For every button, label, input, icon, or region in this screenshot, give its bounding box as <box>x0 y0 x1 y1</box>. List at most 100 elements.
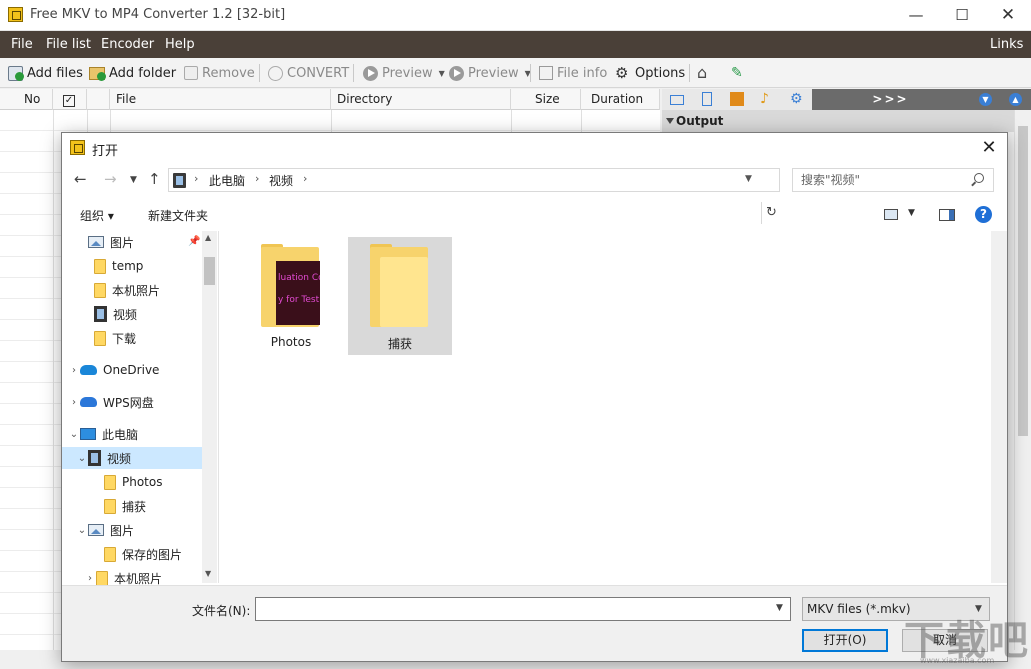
column-directory[interactable]: Directory <box>331 89 511 110</box>
dialog-titlebar: 打开 ✕ <box>62 133 1007 163</box>
folder-tile-photos[interactable]: luation Co y for Testi Photos <box>239 237 343 355</box>
right-panel-scrollbar[interactable] <box>1014 110 1031 650</box>
nav-item-temp[interactable]: temp <box>82 255 202 277</box>
chevron-up-icon[interactable]: ▲ <box>1009 93 1022 106</box>
nav-item-onedrive[interactable]: › OneDrive <box>68 359 202 381</box>
menu-help[interactable]: Help <box>165 37 195 52</box>
pin-icon: ✎ <box>731 65 743 81</box>
up-arrow-icon[interactable]: ↑ <box>148 170 161 188</box>
expand-panel-button[interactable]: >>> <box>812 89 969 110</box>
nav-item-pictures-pc[interactable]: ⌄ 图片 <box>76 519 202 541</box>
dialog-close-button[interactable]: ✕ <box>977 136 1001 160</box>
help-icon[interactable]: ? <box>975 206 992 223</box>
add-files-button[interactable]: Add files <box>8 65 83 81</box>
column-file[interactable]: File <box>110 89 331 110</box>
organize-button[interactable]: 组织 ▾ <box>80 207 114 224</box>
preview-output-button[interactable]: Preview ▼ <box>449 65 531 81</box>
search-input[interactable] <box>793 169 969 191</box>
chevron-down-icon[interactable]: ▼ <box>439 69 445 78</box>
scrollbar-thumb[interactable] <box>204 257 215 285</box>
close-button[interactable]: ✕ <box>985 0 1031 31</box>
checkbox-icon[interactable]: ✓ <box>63 95 75 107</box>
nav-item-videos[interactable]: ⌄ 视频 <box>62 447 202 469</box>
breadcrumb-videos[interactable]: 视频 <box>269 172 293 189</box>
add-folder-button[interactable]: Add folder <box>89 65 176 81</box>
chevron-down-icon[interactable]: ⌄ <box>76 525 88 536</box>
preview-button[interactable]: Preview ▼ <box>363 65 445 81</box>
column-no[interactable]: No <box>0 89 53 110</box>
address-bar[interactable]: › 此电脑 › 视频 › ▼ <box>168 168 780 192</box>
chevron-down-icon[interactable]: ▼ <box>745 174 752 184</box>
gear-icon[interactable]: ⚙ <box>790 92 804 106</box>
filename-combo[interactable]: ▼ <box>255 597 791 621</box>
chevron-down-icon[interactable]: ⌄ <box>76 453 88 464</box>
column-select-all[interactable]: ✓ <box>53 89 87 110</box>
back-arrow-icon[interactable]: ← <box>74 170 87 188</box>
play-icon <box>449 65 464 81</box>
view-icon[interactable] <box>884 209 898 220</box>
pin-icon[interactable]: 📌 <box>188 236 200 247</box>
recent-locations-icon[interactable]: ▼ <box>130 175 137 185</box>
nav-item-saved-pictures[interactable]: 保存的图片 <box>92 543 202 565</box>
column-size[interactable]: Size <box>511 89 581 110</box>
chevron-down-icon[interactable]: ▼ <box>776 603 783 613</box>
chevron-down-icon[interactable]: ▼ <box>979 93 992 106</box>
filename-input[interactable] <box>256 598 768 620</box>
home-button[interactable]: ⌂ <box>697 65 717 81</box>
nav-item-videos-quick[interactable]: 视频 <box>82 303 202 325</box>
convert-label: CONVERT <box>287 65 350 81</box>
chevron-right-icon[interactable]: › <box>68 365 80 376</box>
convert-button[interactable]: CONVERT <box>268 65 349 81</box>
menu-links[interactable]: Links <box>990 37 1023 52</box>
folder-tile-captures[interactable]: 捕获 <box>348 237 452 355</box>
scrollbar-thumb[interactable] <box>1018 126 1028 436</box>
breadcrumb-this-pc[interactable]: 此电脑 <box>209 172 245 189</box>
command-bar: 组织 ▾ 新建文件夹 ▼ ? <box>62 199 1007 229</box>
search-box[interactable] <box>792 168 994 192</box>
breadcrumb-separator[interactable]: › <box>194 172 198 185</box>
document-icon[interactable] <box>702 92 712 106</box>
column-duration[interactable]: Duration <box>581 89 660 110</box>
output-section-header[interactable]: Output <box>662 110 1014 132</box>
forward-arrow-icon[interactable]: → <box>104 170 117 188</box>
breadcrumb-separator[interactable]: › <box>255 172 259 185</box>
nav-item-photos[interactable]: Photos <box>92 471 202 493</box>
nav-item-pictures[interactable]: 图片 📌 <box>76 231 202 253</box>
chevron-right-icon[interactable]: › <box>68 397 80 408</box>
menu-file-list[interactable]: File list <box>46 37 91 52</box>
scroll-up-icon[interactable]: ▲ <box>205 233 211 242</box>
app-title: Free MKV to MP4 Converter 1.2 [32-bit] <box>30 7 286 22</box>
chevron-down-icon[interactable]: ▼ <box>908 208 915 218</box>
preview-pane-icon[interactable] <box>939 209 955 221</box>
wps-cloud-icon <box>80 397 97 407</box>
remove-button[interactable]: Remove <box>184 65 255 81</box>
music-note-icon[interactable]: ♪ <box>760 92 774 106</box>
scroll-down-icon[interactable]: ▼ <box>205 569 211 578</box>
chevron-down-icon[interactable]: ⌄ <box>68 429 80 440</box>
options-button[interactable]: ⚙ Options <box>615 65 685 81</box>
menu-encoder[interactable]: Encoder <box>101 37 154 52</box>
nav-item-captures[interactable]: 捕获 <box>92 495 202 517</box>
file-info-button[interactable]: File info <box>539 65 607 81</box>
nav-item-local-photos[interactable]: 本机照片 <box>82 279 202 301</box>
breadcrumb-separator[interactable]: › <box>303 172 307 185</box>
nav-item-wps-cloud[interactable]: › WPS网盘 <box>68 391 202 413</box>
folder-icon <box>94 258 106 274</box>
file-view[interactable]: luation Co y for Testi Photos 捕获 <box>218 231 1007 583</box>
open-button[interactable]: 打开(O) <box>802 629 888 652</box>
nav-item-downloads[interactable]: 下载 <box>82 327 202 349</box>
search-icon[interactable] <box>974 173 984 183</box>
film-icon[interactable] <box>730 92 744 106</box>
new-folder-button[interactable]: 新建文件夹 <box>148 207 208 224</box>
minimize-button[interactable]: — <box>893 0 939 31</box>
pin-button[interactable]: ✎ <box>731 65 751 81</box>
nav-pane-scrollbar[interactable]: ▲ ▼ <box>202 231 217 583</box>
menu-file[interactable]: File <box>11 37 33 52</box>
navigation-pane[interactable]: 图片 📌 temp 本机照片 视频 下载 › OneDrive › WPS网盘 <box>62 231 217 586</box>
chevron-right-icon[interactable]: › <box>84 573 96 584</box>
toolbar-separator <box>259 64 260 82</box>
maximize-button[interactable]: ☐ <box>939 0 985 31</box>
file-view-scrollbar[interactable] <box>991 231 1007 583</box>
folder-icon[interactable] <box>670 95 684 105</box>
nav-item-this-pc[interactable]: ⌄ 此电脑 <box>68 423 202 445</box>
